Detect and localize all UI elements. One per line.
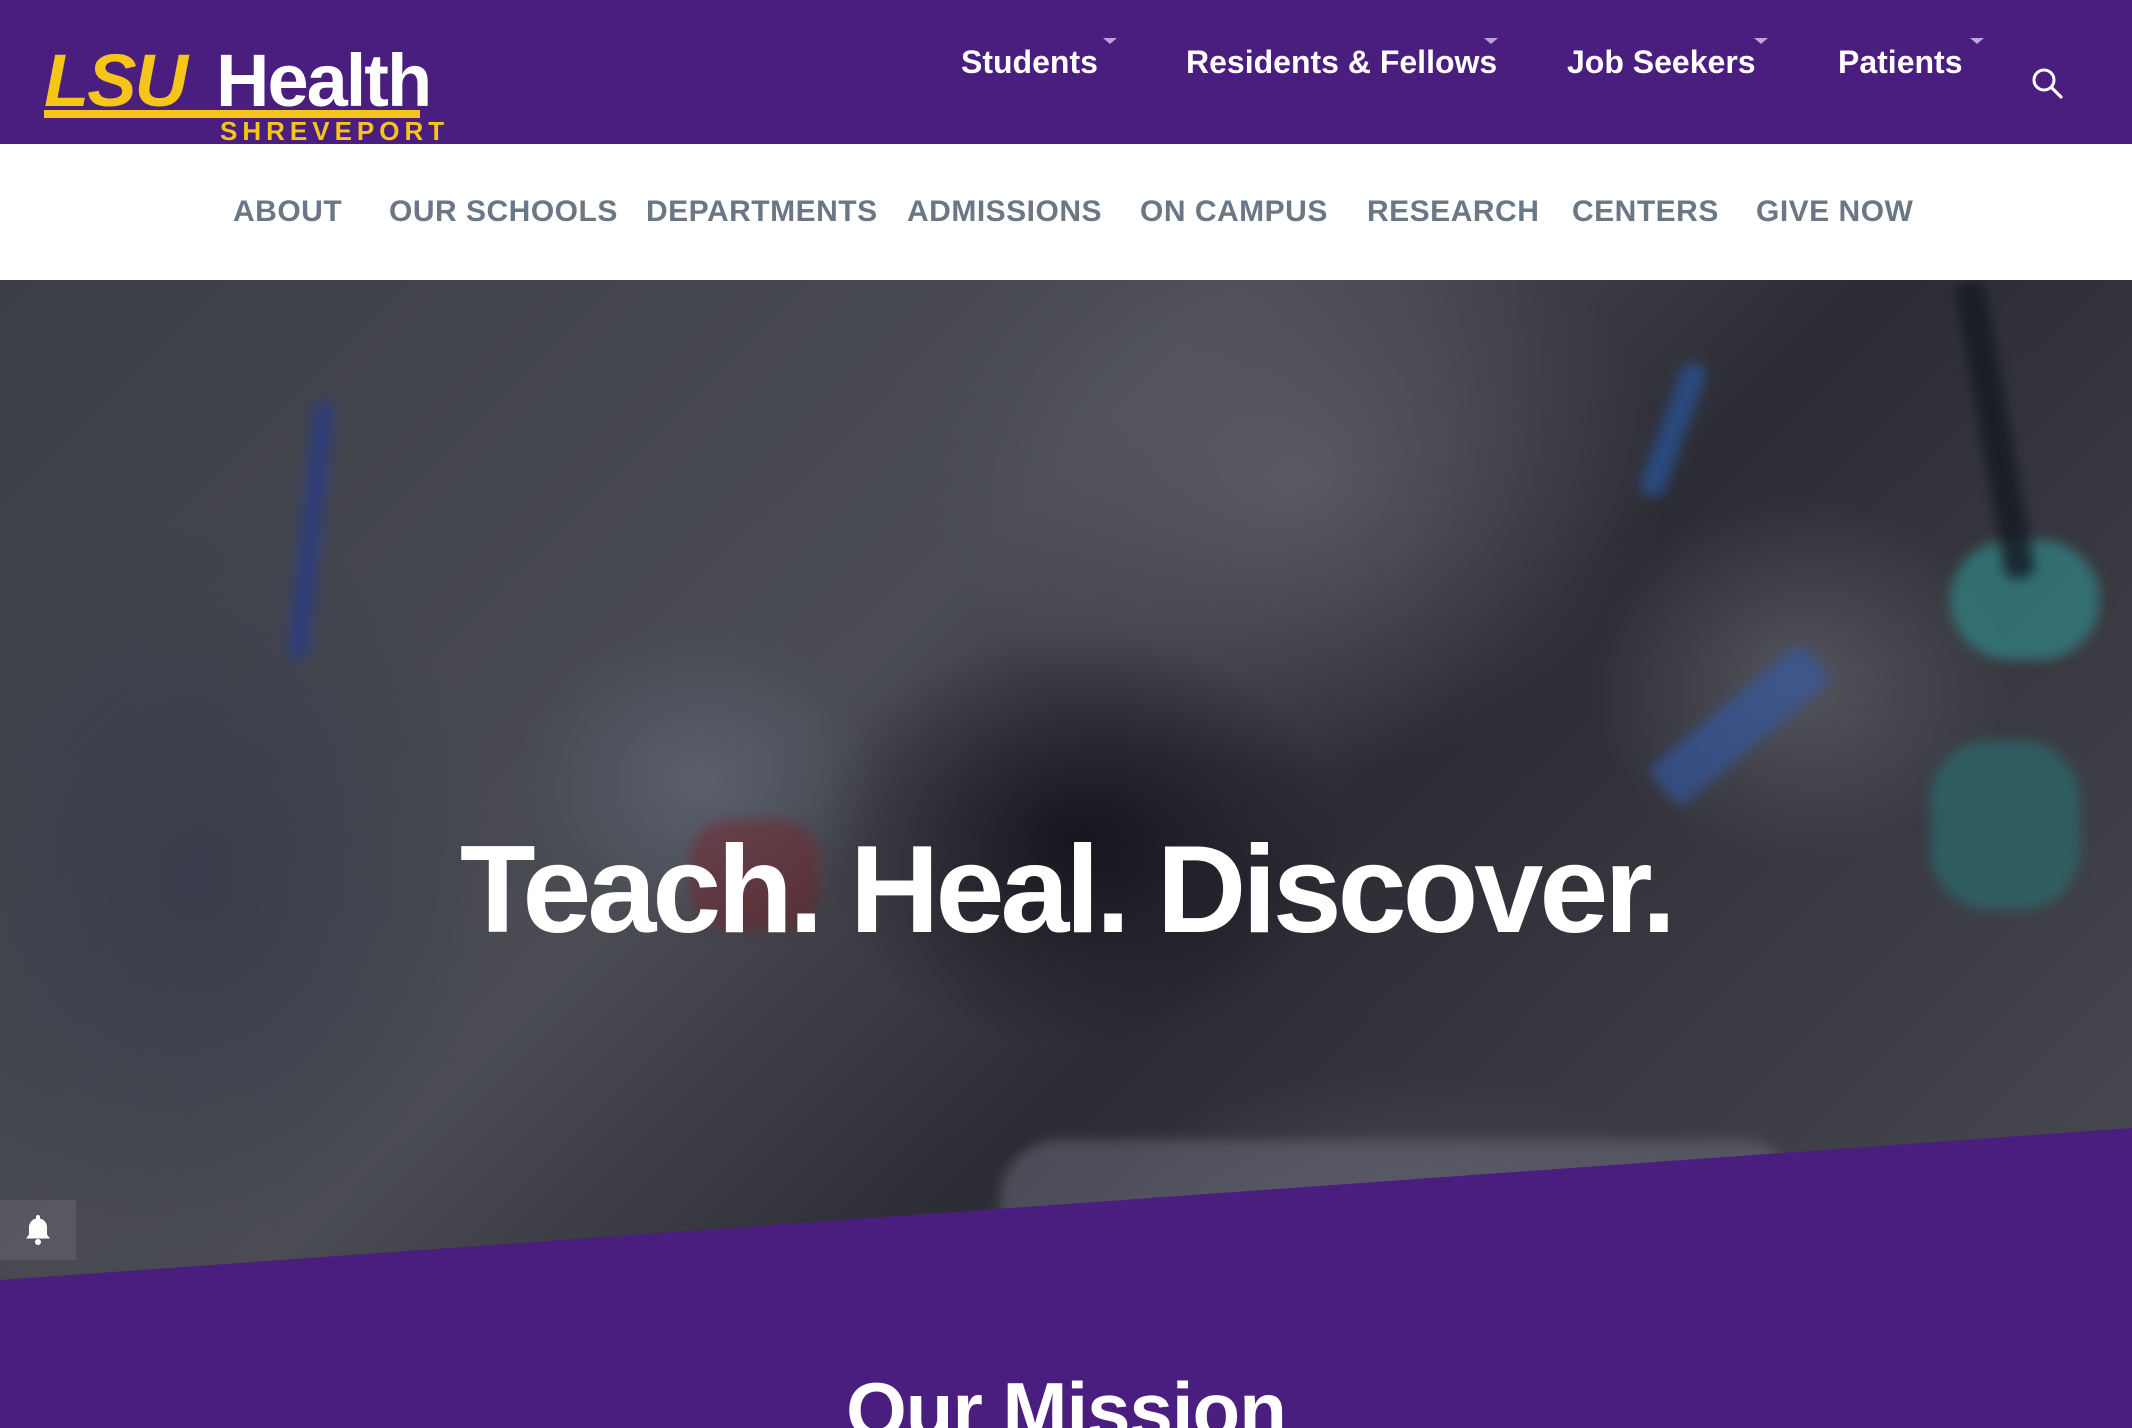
audience-nav-label: Residents & Fellows [1186, 44, 1498, 80]
top-header: LSU Health SHREVEPORT Students Residents… [0, 0, 2132, 144]
audience-nav-label: Job Seekers [1567, 44, 1756, 80]
audience-nav-residents[interactable]: Residents & Fellows [1186, 42, 1497, 82]
main-nav-admissions[interactable]: ADMISSIONS [907, 192, 1102, 232]
audience-nav: Students Residents & Fellows Job Seekers… [0, 0, 2132, 144]
hero-scene-detail [1636, 359, 1710, 501]
hero-scene-detail [1954, 280, 2036, 581]
chevron-down-icon[interactable] [1103, 38, 1117, 44]
main-nav-centers[interactable]: CENTERS [1572, 192, 1719, 232]
hero-scene-detail [1647, 641, 1833, 809]
chevron-down-icon[interactable] [1970, 38, 1984, 44]
audience-nav-job-seekers[interactable]: Job Seekers [1567, 42, 1756, 82]
hero-scene-detail [286, 399, 336, 661]
audience-nav-patients[interactable]: Patients [1838, 42, 1962, 82]
main-nav-research[interactable]: RESEARCH [1367, 192, 1539, 232]
audience-nav-label: Students [961, 44, 1098, 80]
chevron-down-icon[interactable] [1484, 38, 1498, 44]
search-icon[interactable] [2030, 66, 2064, 100]
main-nav: ABOUT OUR SCHOOLS DEPARTMENTS ADMISSIONS… [0, 144, 2132, 280]
main-nav-give-now[interactable]: GIVE NOW [1756, 192, 1913, 232]
main-nav-about[interactable]: ABOUT [233, 192, 342, 232]
audience-nav-students[interactable]: Students [961, 42, 1098, 82]
audience-nav-label: Patients [1838, 44, 1963, 80]
hero-headline: Teach. Heal. Discover. [459, 821, 1676, 959]
main-nav-departments[interactable]: DEPARTMENTS [646, 192, 878, 232]
chevron-down-icon[interactable] [1754, 38, 1768, 44]
main-nav-our-schools[interactable]: OUR SCHOOLS [389, 192, 618, 232]
mission-heading: Our Mission [846, 1366, 1287, 1428]
main-nav-on-campus[interactable]: ON CAMPUS [1140, 192, 1328, 232]
